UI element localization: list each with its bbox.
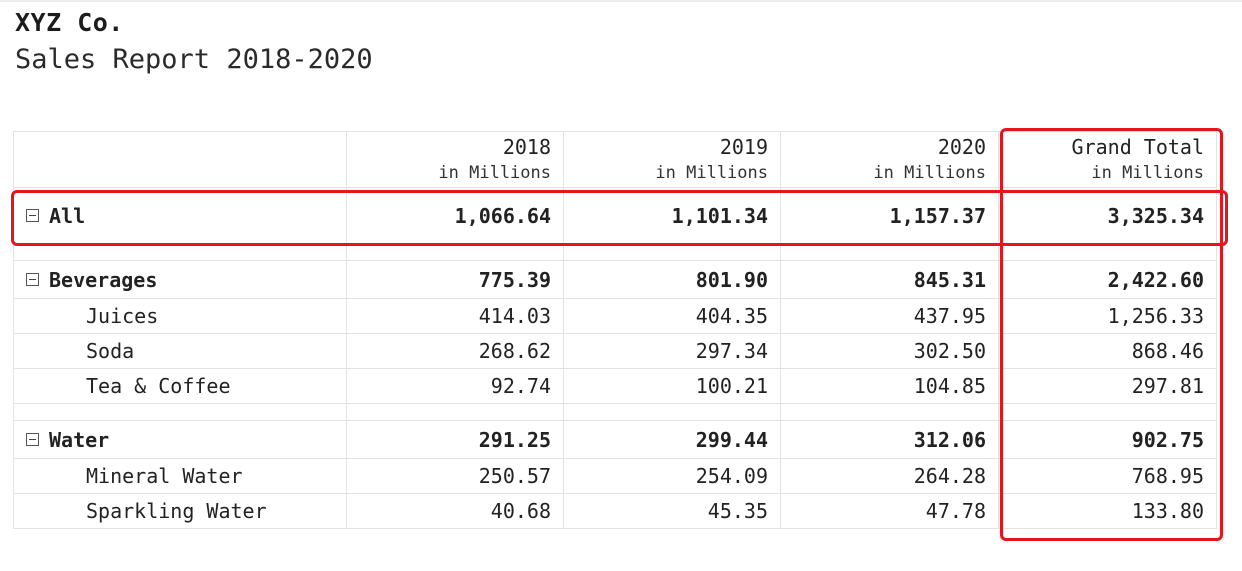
value-cell: 768.95 [998,458,1217,494]
row-label: Beverages [13,260,347,299]
value-cell: 801.90 [563,260,781,299]
value-cell: 291.25 [346,420,564,459]
value-cell: 775.39 [346,260,564,299]
row-label: All [13,187,347,244]
value-cell: 100.21 [563,368,781,404]
value-cell: 297.34 [563,333,781,369]
value-cell: 268.62 [346,333,564,369]
column-year: 2018 [502,135,551,159]
column-year: Grand Total [1071,135,1204,159]
value-cell: 868.46 [998,333,1217,369]
value-cell: 437.95 [780,298,999,334]
value-cell: 902.75 [998,420,1217,459]
value-cell: 1,066.64 [346,187,564,244]
row-label-text: Beverages [49,267,158,292]
value-cell: 1,256.33 [998,298,1217,334]
row-label: Sparkling Water [13,493,347,529]
spacer-row [13,243,1217,261]
row-label: Juices [13,298,347,334]
column-header-2018[interactable]: 2018 in Millions [346,131,564,188]
column-unit: in Millions [438,163,551,183]
top-divider [0,0,1242,2]
column-header-grand-total[interactable]: Grand Total in Millions [998,131,1217,188]
table-row-group: Water 291.25 299.44 312.06 902.75 [13,420,1217,459]
spacer-row [13,403,1217,421]
column-year: 2020 [937,135,986,159]
value-cell: 40.68 [346,493,564,529]
row-label: Water [13,420,347,459]
value-cell: 404.35 [563,298,781,334]
report-company: XYZ Co. [15,8,124,37]
table-row: Juices 414.03 404.35 437.95 1,256.33 [13,298,1217,334]
value-cell: 254.09 [563,458,781,494]
value-cell: 414.03 [346,298,564,334]
value-cell: 1,157.37 [780,187,999,244]
value-cell: 302.50 [780,333,999,369]
table-row: Tea & Coffee 92.74 100.21 104.85 297.81 [13,368,1217,404]
collapse-toggle-icon[interactable] [26,272,39,286]
value-cell: 47.78 [780,493,999,529]
value-cell: 3,325.34 [998,187,1217,244]
collapse-toggle-icon[interactable] [26,208,39,222]
report-subtitle: Sales Report 2018-2020 [15,44,373,75]
value-cell: 1,101.34 [563,187,781,244]
table-row: Soda 268.62 297.34 302.50 868.46 [13,333,1217,369]
header-row: 2018 in Millions 2019 in Millions 2020 i… [13,131,1217,188]
table-row: Sparkling Water 40.68 45.35 47.78 133.80 [13,493,1217,529]
table-row-group: Beverages 775.39 801.90 845.31 2,422.60 [13,260,1217,299]
value-cell: 250.57 [346,458,564,494]
value-cell: 92.74 [346,368,564,404]
column-unit: in Millions [873,163,986,183]
column-unit: in Millions [655,163,768,183]
collapse-toggle-icon[interactable] [26,432,39,446]
table-row: Mineral Water 250.57 254.09 264.28 768.9… [13,458,1217,494]
column-header-2020[interactable]: 2020 in Millions [780,131,999,188]
column-header-2019[interactable]: 2019 in Millions [563,131,781,188]
row-label: Tea & Coffee [13,368,347,404]
row-label-text: Water [49,427,110,452]
value-cell: 312.06 [780,420,999,459]
row-label: Soda [13,333,347,369]
value-cell: 845.31 [780,260,999,299]
value-cell: 2,422.60 [998,260,1217,299]
value-cell: 297.81 [998,368,1217,404]
row-label-text: All [49,203,86,228]
value-cell: 299.44 [563,420,781,459]
column-year: 2019 [719,135,768,159]
sales-pivot-table: 2018 in Millions 2019 in Millions 2020 i… [13,131,1217,529]
header-corner-cell [13,131,347,188]
table-row-all: All 1,066.64 1,101.34 1,157.37 3,325.34 [13,187,1217,244]
row-label: Mineral Water [13,458,347,494]
column-unit: in Millions [1091,163,1204,183]
value-cell: 133.80 [998,493,1217,529]
value-cell: 104.85 [780,368,999,404]
value-cell: 264.28 [780,458,999,494]
value-cell: 45.35 [563,493,781,529]
